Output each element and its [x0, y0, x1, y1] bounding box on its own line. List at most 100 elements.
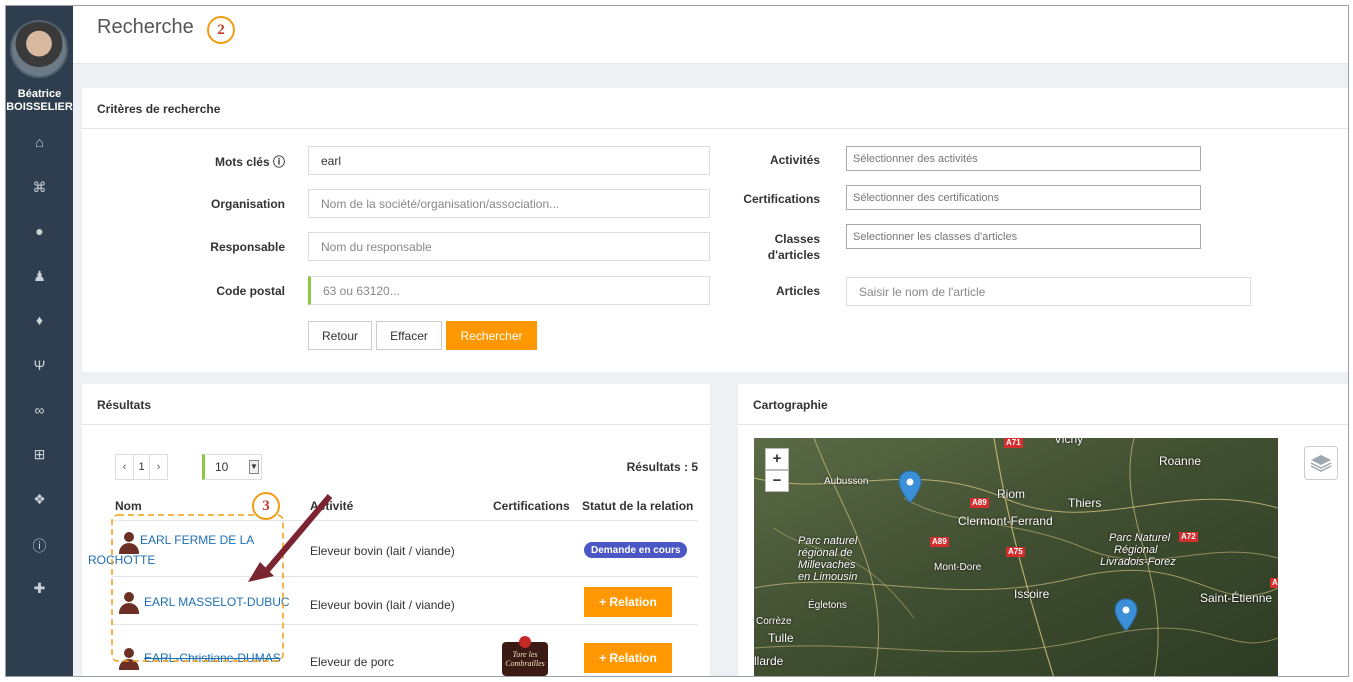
map-city-label: Corrèze — [756, 616, 792, 627]
responsable-input[interactable]: Nom du responsable — [308, 232, 710, 261]
certifications-label: Certifications — [743, 192, 820, 206]
map-region-label: Parc naturel — [798, 535, 858, 547]
organisation-input[interactable]: Nom de la société/organisation/associati… — [308, 189, 710, 218]
search-criteria-panel: Critères de recherche Mots clés ⓘ earl O… — [82, 88, 1348, 372]
map-region-label: Régional — [1114, 544, 1158, 556]
criteria-title: Critères de recherche — [97, 102, 221, 116]
search-button[interactable]: Rechercher — [446, 321, 537, 350]
bell-icon[interactable]: ♦ — [6, 312, 73, 328]
dashed-highlight-box — [111, 514, 284, 662]
app-window: Béatrice BOISSELIER ⌂ ⌘ ● ♟ ♦ Ψ ∞ ⊞ ❖ ⓘ … — [5, 5, 1349, 677]
divider — [82, 424, 710, 425]
map-layers-button[interactable] — [1304, 446, 1338, 480]
page-header: Recherche 2 — [73, 6, 1348, 64]
classes-select[interactable]: Selectionner les classes d'articles — [846, 224, 1201, 249]
chevron-down-icon: ▼ — [249, 460, 259, 474]
activities-select[interactable]: Sélectionner des activités — [846, 146, 1201, 171]
back-button[interactable]: Retour — [308, 321, 372, 350]
map-region-label: Livradois-Forez — [1100, 556, 1176, 568]
clear-button[interactable]: Effacer — [376, 321, 442, 350]
map-city-label: Riom — [997, 487, 1026, 501]
map-city-label: Égletons — [808, 600, 847, 611]
page-title: Recherche — [97, 16, 194, 38]
cubes-icon[interactable]: ❖ — [6, 491, 73, 508]
keywords-input[interactable]: earl — [308, 146, 710, 175]
pagination: ‹ 1 › — [115, 454, 168, 480]
status-badge: Demande en cours — [584, 542, 688, 558]
map-marker-icon[interactable] — [898, 470, 922, 504]
keywords-label: Mots clés ⓘ — [177, 153, 285, 170]
certifications-select[interactable]: Sélectionner des certifications — [846, 185, 1201, 210]
map-road-label: A72 — [1179, 532, 1198, 542]
layers-icon — [1310, 455, 1332, 472]
map-city-label: Tulle — [768, 631, 794, 645]
handshake-icon[interactable]: ∞ — [6, 402, 73, 418]
results-panel: Résultats ‹ 1 › 10 ▼ Résultats : 5 Nom A… — [82, 384, 710, 676]
map-marker-icon[interactable] — [1114, 598, 1138, 632]
responsable-label: Responsable — [210, 240, 285, 254]
map-city-label: Saint-Étienne — [1200, 591, 1273, 605]
results-count: Résultats : 5 — [626, 460, 698, 474]
keywords-label-text: Mots clés — [214, 155, 270, 169]
postal-code-input[interactable]: 63 ou 63120... — [308, 276, 710, 305]
map-panel: Cartographie + − Vichy Roanne Aubusson R… — [738, 384, 1348, 676]
map-city-label: Mont-Dore — [934, 562, 982, 573]
zoom-in-button[interactable]: + — [765, 448, 789, 470]
cutlery-icon[interactable]: Ψ — [6, 357, 73, 373]
user-last-name: BOISSELIER — [6, 101, 73, 113]
activities-label: Activités — [769, 153, 820, 167]
articles-input[interactable]: Saisir le nom de l'article — [846, 277, 1251, 306]
map-region-label: en Limousin — [798, 571, 858, 583]
map-city-label: Issoire — [1014, 587, 1050, 601]
map-road-label: A75 — [1006, 547, 1025, 557]
articles-label: Articles — [775, 284, 820, 298]
map-road-label: A89 — [970, 498, 989, 508]
avatar[interactable] — [10, 20, 68, 78]
column-status[interactable]: Statut de la relation — [582, 499, 693, 513]
map-city-label: Vichy — [1054, 438, 1084, 446]
map-view[interactable]: + − Vichy Roanne Aubusson Riom Thiers Cl… — [754, 438, 1278, 676]
map-city-label: Clermont-Ferrand — [958, 514, 1053, 528]
callout-2: 2 — [207, 16, 235, 44]
add-relation-button[interactable]: + Relation — [584, 587, 672, 617]
info-icon: ⓘ — [272, 155, 285, 169]
annotation-overlay — [111, 494, 333, 662]
column-certifications[interactable]: Certifications — [493, 499, 570, 513]
callout-3: 3 — [252, 492, 280, 520]
map-road-label: A71 — [1004, 438, 1023, 448]
map-road-label: A — [1270, 578, 1278, 588]
comments-icon[interactable]: ● — [6, 223, 73, 239]
classes-label-line2: d'articles — [767, 248, 820, 262]
per-page-value: 10 — [215, 460, 229, 474]
map-city-label: llarde — [754, 654, 784, 668]
results-title: Résultats — [97, 398, 152, 412]
map-city-label: Aubusson — [824, 476, 869, 487]
map-region-label: Millevaches — [798, 559, 856, 571]
map-title: Cartographie — [753, 398, 828, 412]
prev-page-button[interactable]: ‹ — [116, 455, 133, 479]
users-icon[interactable]: ♟ — [6, 268, 73, 285]
map-region-label: Parc Naturel — [1109, 532, 1171, 544]
certification-logo: Tore les Combrailles — [500, 636, 550, 676]
user-plus-icon[interactable]: ✚ — [6, 580, 73, 597]
current-page[interactable]: 1 — [133, 455, 150, 479]
next-page-button[interactable]: › — [150, 455, 167, 479]
postal-code-label: Code postal — [216, 284, 285, 298]
bank-icon[interactable]: ⌘ — [6, 179, 73, 196]
cart-icon[interactable]: ⊞ — [6, 446, 73, 463]
info-icon[interactable]: ⓘ — [6, 536, 73, 556]
map-city-label: Thiers — [1068, 496, 1102, 510]
per-page-select[interactable]: 10 ▼ — [202, 454, 262, 480]
home-icon[interactable]: ⌂ — [6, 134, 73, 150]
map-road-label: A89 — [930, 537, 949, 547]
certification-logo-text: Tore les Combrailles — [505, 650, 545, 668]
organisation-label: Organisation — [210, 197, 285, 211]
divider — [82, 128, 1348, 129]
sidebar: Béatrice BOISSELIER ⌂ ⌘ ● ♟ ♦ Ψ ∞ ⊞ ❖ ⓘ … — [6, 6, 73, 676]
map-region-label: régional de — [798, 547, 853, 559]
classes-label-line1: Classes — [774, 232, 820, 246]
classes-label: Classes d'articles — [722, 231, 820, 263]
zoom-out-button[interactable]: − — [765, 470, 789, 492]
divider — [738, 424, 1348, 425]
add-relation-button[interactable]: + Relation — [584, 643, 672, 673]
